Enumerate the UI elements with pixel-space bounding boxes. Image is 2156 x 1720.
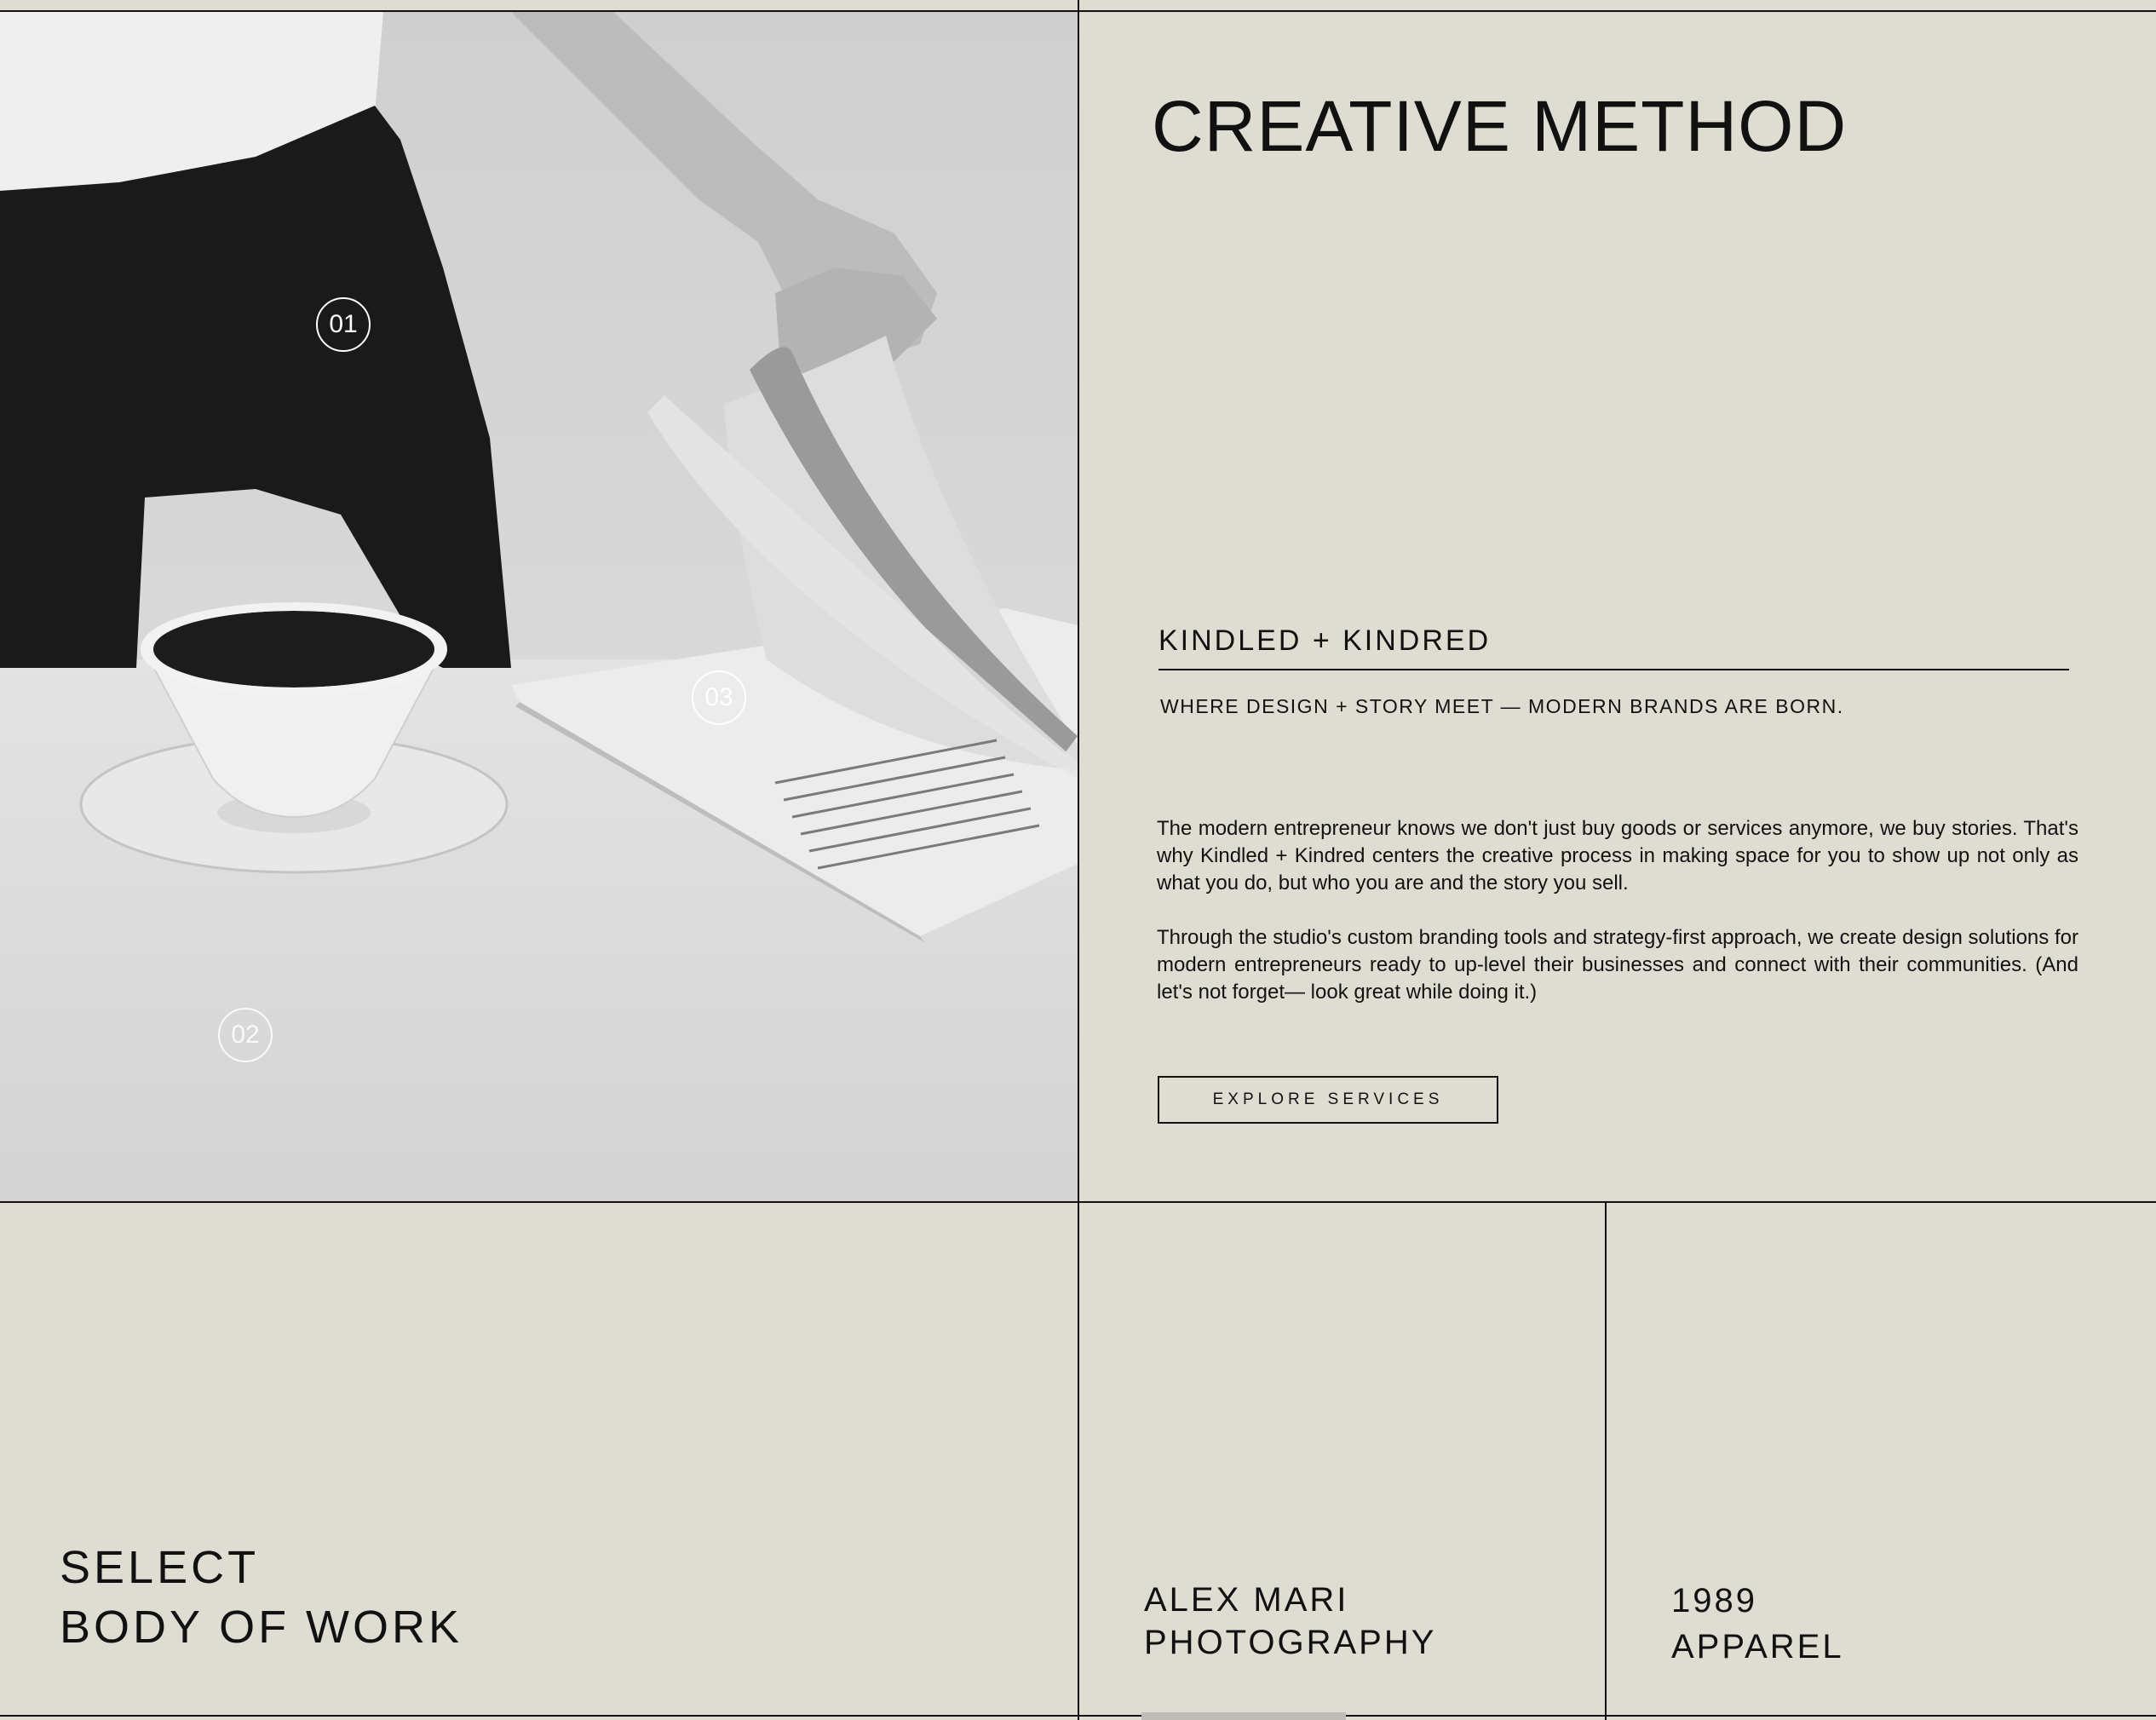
work-item-alex-mari[interactable]: ALEX MARI PHOTOGRAPHY <box>1144 1579 1436 1664</box>
work-title: SELECT BODY OF WORK <box>60 1538 463 1657</box>
hotspot-01[interactable]: 01 <box>316 297 371 352</box>
brand-name: KINDLED + KINDRED <box>1158 624 1492 657</box>
hero-photo: 01 02 03 <box>0 12 1078 1201</box>
work-item-line1: 1989 <box>1671 1582 1757 1619</box>
work-item-line1: ALEX MARI <box>1144 1581 1349 1619</box>
divider-horizontal <box>0 1201 2156 1203</box>
work-item-1989-apparel[interactable]: 1989 APPAREL <box>1671 1578 1844 1670</box>
divider-vertical-cards <box>1605 1201 1607 1720</box>
divider-vertical-main <box>1078 0 1079 1720</box>
section-heading: CREATIVE METHOD <box>1152 86 1848 166</box>
work-item-line2: APPAREL <box>1671 1628 1844 1665</box>
hotspot-02[interactable]: 02 <box>218 1008 273 1062</box>
bottom-border <box>0 1715 2156 1717</box>
explore-services-button[interactable]: EXPLORE SERVICES <box>1158 1076 1498 1124</box>
hero-photo-illustration <box>0 12 1078 1201</box>
intro-paragraph: The modern entrepreneur knows we don't j… <box>1157 817 2078 895</box>
next-image-peek <box>1141 1712 1346 1720</box>
hotspot-03[interactable]: 03 <box>692 670 746 725</box>
work-title-line1: SELECT <box>60 1542 260 1593</box>
work-title-line2: BODY OF WORK <box>60 1602 463 1653</box>
tagline: WHERE DESIGN + STORY MEET — MODERN BRAND… <box>1160 695 1844 717</box>
brand-divider <box>1158 669 2069 670</box>
work-item-line2: PHOTOGRAPHY <box>1144 1624 1437 1661</box>
approach-paragraph: Through the studio's custom branding too… <box>1157 926 2078 1004</box>
